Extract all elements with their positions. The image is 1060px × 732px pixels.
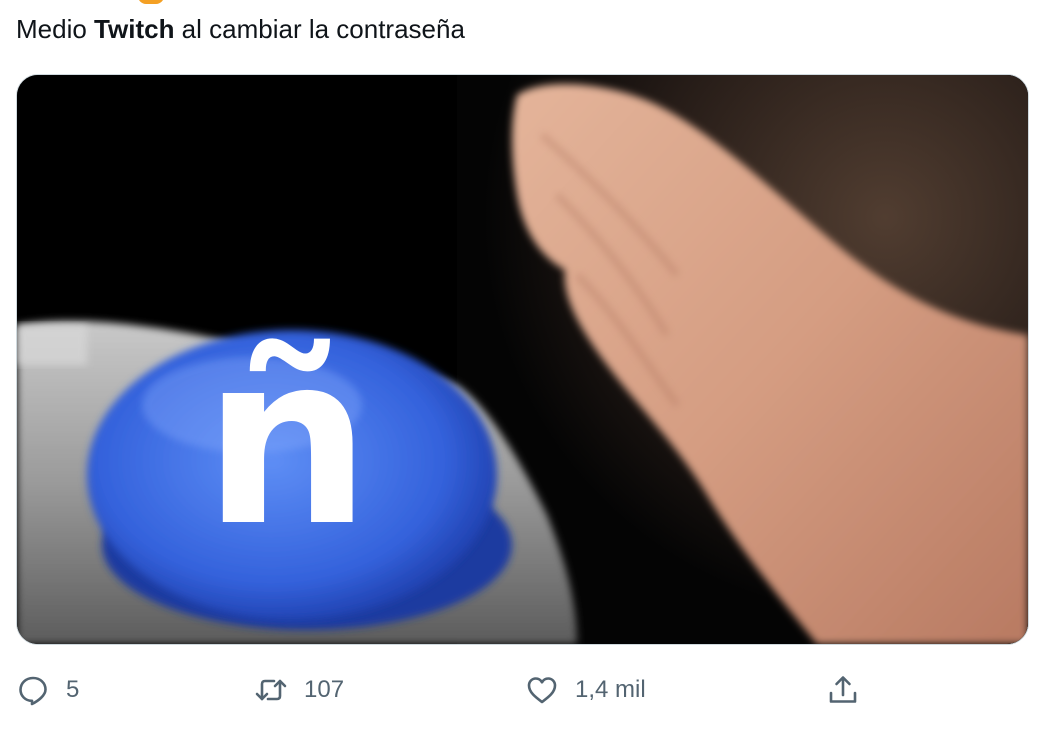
retweet-count: 107 [304, 676, 345, 703]
reply-button[interactable]: 5 [16, 668, 79, 712]
avatar[interactable] [138, 0, 164, 4]
like-button[interactable]: 1,4 mil [525, 668, 646, 712]
share-button[interactable] [826, 668, 860, 712]
meme-illustration [17, 75, 1028, 644]
tweet: Medio Twitch al cambiar la contraseña ñ … [0, 0, 1060, 732]
retweet-icon [254, 673, 288, 707]
button-glyph: ñ [202, 303, 371, 578]
retweet-button[interactable]: 107 [254, 668, 344, 712]
reply-count: 5 [66, 676, 80, 703]
tweet-actions: 5 107 1,4 mil [0, 668, 1060, 712]
tweet-image[interactable]: ñ [16, 74, 1029, 645]
like-count: 1,4 mil [575, 676, 646, 703]
tweet-text: Medio Twitch al cambiar la contraseña [16, 12, 465, 46]
tweet-text-start: Medio [16, 14, 95, 44]
share-icon [826, 673, 860, 707]
heart-icon [525, 673, 559, 707]
tweet-text-end: al cambiar la contraseña [174, 14, 465, 44]
tweet-text-bold: Twitch [94, 14, 175, 44]
base-highlight [17, 325, 87, 365]
reply-icon [16, 673, 50, 707]
